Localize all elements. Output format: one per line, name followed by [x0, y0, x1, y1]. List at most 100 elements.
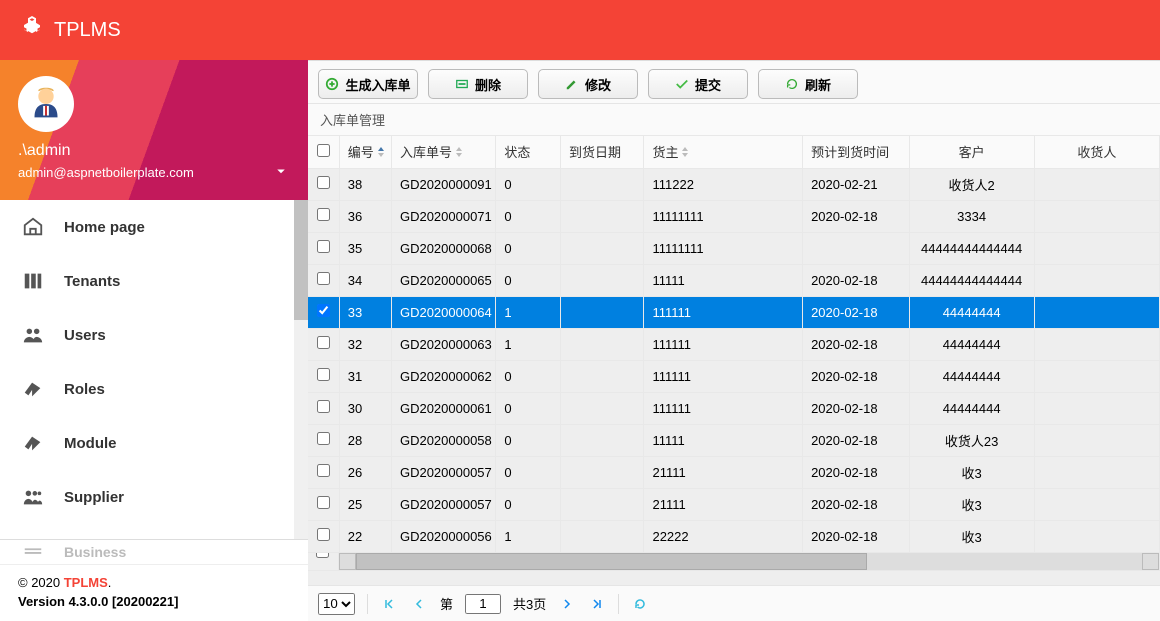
cell-customer: 44444444444444 [909, 232, 1034, 264]
cell-receiver [1034, 328, 1159, 360]
row-checkbox[interactable] [317, 240, 330, 253]
table-row[interactable]: 26GD20200000570211112020-02-18收3 [308, 456, 1160, 488]
row-checkbox[interactable] [317, 368, 330, 381]
footer-brand[interactable]: TPLMS [64, 575, 108, 590]
submit-button[interactable]: 提交 [648, 69, 748, 99]
table-row[interactable]: 28GD20200000580111112020-02-18收货人23 [308, 424, 1160, 456]
sidebar-item-users[interactable]: Users [0, 308, 308, 362]
cell-date [561, 360, 644, 392]
cell-customer: 44444444 [909, 392, 1034, 424]
table-row[interactable]: 31GD202000006201111112020-02-1844444444 [308, 360, 1160, 392]
sidebar-footer: © 2020 TPLMS. Version 4.3.0.0 [20200221] [0, 564, 308, 621]
table-row[interactable]: 30GD202000006101111112020-02-1844444444 [308, 392, 1160, 424]
cell-owner: 22222 [644, 520, 803, 552]
sidebar-item-home-page[interactable]: Home page [0, 200, 308, 254]
table-row[interactable]: 36GD20200000710111111112020-02-183334 [308, 200, 1160, 232]
reload-button[interactable] [631, 595, 649, 613]
cell-owner: 21111 [644, 488, 803, 520]
row-checkbox[interactable] [317, 528, 330, 541]
cell-id: 31 [339, 360, 391, 392]
nav: Home pageTenantsUsersRolesModuleSupplier… [0, 200, 308, 564]
app-title: TPLMS [54, 19, 121, 42]
col-owner[interactable]: 货主 [644, 136, 803, 168]
sidebar-item-module[interactable]: Module [0, 416, 308, 470]
page-input[interactable] [465, 594, 501, 614]
cell-eta: 2020-02-18 [803, 200, 909, 232]
total-pages: 共3页 [513, 594, 546, 613]
sidebar-scrollbar[interactable] [294, 200, 308, 564]
table-row[interactable]: 38GD202000009101112222020-02-21收货人2 [308, 168, 1160, 200]
cell-no: GD2020000057 [391, 456, 495, 488]
col-receiver[interactable]: 收货人 [1034, 136, 1159, 168]
cell-date [561, 328, 644, 360]
sidebar-item-roles[interactable]: Roles [0, 362, 308, 416]
create-button[interactable]: 生成入库单 [318, 69, 418, 99]
nav-icon [22, 486, 44, 508]
cell-owner: 111222 [644, 168, 803, 200]
row-checkbox[interactable] [317, 304, 330, 317]
table-row[interactable]: 34GD20200000650111112020-02-184444444444… [308, 264, 1160, 296]
cell-id: 32 [339, 328, 391, 360]
cell-date [561, 168, 644, 200]
table-row[interactable]: 25GD20200000570211112020-02-18收3 [308, 488, 1160, 520]
header-row: 编号 入库单号 状态 到货日期 货主 预计到货时间 客户 收货人 [308, 136, 1160, 168]
row-checkbox[interactable] [317, 272, 330, 285]
cell-receiver [1034, 456, 1159, 488]
panel-title: 入库单管理 [308, 104, 1160, 136]
brand[interactable]: TPLMS [20, 15, 121, 45]
cell-eta: 2020-02-18 [803, 296, 909, 328]
cell-no: GD2020000062 [391, 360, 495, 392]
cell-status: 1 [496, 520, 561, 552]
row-checkbox[interactable] [317, 176, 330, 189]
cell-date [561, 264, 644, 296]
next-page-button[interactable] [558, 595, 576, 613]
table-row[interactable]: 22GD20200000561222222020-02-18收3 [308, 520, 1160, 552]
sidebar-item-tenants[interactable]: Tenants [0, 254, 308, 308]
cell-status: 0 [496, 200, 561, 232]
first-page-button[interactable] [380, 595, 398, 613]
row-checkbox[interactable] [317, 208, 330, 221]
col-date[interactable]: 到货日期 [561, 136, 644, 168]
select-all-checkbox[interactable] [317, 144, 330, 157]
last-page-button[interactable] [588, 595, 606, 613]
sort-asc-icon [374, 145, 385, 160]
cell-no: GD2020000058 [391, 424, 495, 456]
page-size-select[interactable]: 10 [318, 593, 355, 615]
cell-receiver [1034, 264, 1159, 296]
delete-button[interactable]: 删除 [428, 69, 528, 99]
cell-id: 26 [339, 456, 391, 488]
chevron-down-icon[interactable] [272, 162, 290, 183]
cell-id: 25 [339, 488, 391, 520]
row-checkbox[interactable] [317, 464, 330, 477]
table-row[interactable]: 33GD202000006411111112020-02-1844444444 [308, 296, 1160, 328]
cell-receiver [1034, 200, 1159, 232]
content: 生成入库单 删除 修改 提交 刷新 入库单 [308, 60, 1160, 621]
nav-icon [22, 432, 44, 454]
cell-customer: 收3 [909, 488, 1034, 520]
table-row[interactable]: 35GD202000006801111111144444444444444 [308, 232, 1160, 264]
horizontal-scrollbar[interactable] [339, 553, 1160, 570]
col-eta[interactable]: 预计到货时间 [803, 136, 909, 168]
sidebar-item-cutoff[interactable]: Business [0, 539, 308, 564]
refresh-button[interactable]: 刷新 [758, 69, 858, 99]
avatar[interactable] [18, 76, 74, 132]
row-checkbox[interactable] [317, 336, 330, 349]
row-checkbox[interactable] [317, 496, 330, 509]
col-customer[interactable]: 客户 [909, 136, 1034, 168]
table-row[interactable]: 32GD202000006311111112020-02-1844444444 [308, 328, 1160, 360]
col-no[interactable]: 入库单号 [391, 136, 495, 168]
cell-owner: 111111 [644, 392, 803, 424]
col-id[interactable]: 编号 [339, 136, 391, 168]
page-prefix: 第 [440, 594, 453, 613]
edit-button[interactable]: 修改 [538, 69, 638, 99]
cell-id: 22 [339, 520, 391, 552]
prev-page-button[interactable] [410, 595, 428, 613]
col-status[interactable]: 状态 [496, 136, 561, 168]
sidebar-item-supplier[interactable]: Supplier [0, 470, 308, 524]
cell-date [561, 200, 644, 232]
cell-date [561, 488, 644, 520]
row-checkbox[interactable] [317, 400, 330, 413]
row-checkbox-partial[interactable] [316, 553, 329, 558]
row-checkbox[interactable] [317, 432, 330, 445]
cell-id: 33 [339, 296, 391, 328]
